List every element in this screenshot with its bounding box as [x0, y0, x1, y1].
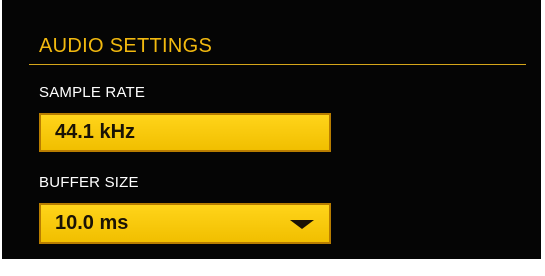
buffer-size-value: 10.0 ms	[55, 212, 129, 234]
buffer-size-dropdown[interactable]: 10.0 ms	[39, 203, 331, 244]
buffer-size-label: BUFFER SIZE	[39, 174, 139, 191]
sample-rate-field[interactable]: 44.1 kHz	[39, 113, 331, 152]
audio-settings-title: AUDIO SETTINGS	[39, 35, 213, 57]
audio-settings-panel: AUDIO SETTINGS SAMPLE RATE 44.1 kHz BUFF…	[2, 0, 541, 259]
sample-rate-label: SAMPLE RATE	[39, 84, 146, 101]
sample-rate-value: 44.1 kHz	[55, 121, 136, 143]
title-divider	[29, 64, 526, 65]
dropdown-arrow-icon[interactable]	[290, 220, 314, 229]
